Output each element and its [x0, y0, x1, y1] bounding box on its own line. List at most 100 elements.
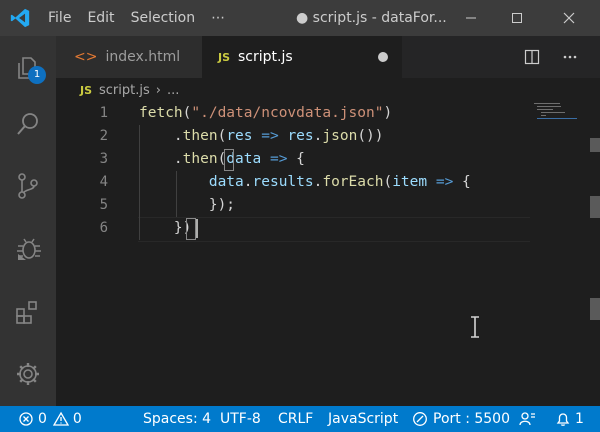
breadcrumb-file[interactable]: script.js: [99, 83, 150, 98]
code-token: json: [322, 128, 358, 144]
code-token: .: [173, 128, 183, 144]
menu-selection[interactable]: Selection: [123, 0, 204, 36]
title-bar: File Edit Selection ⋯ ● script.js - data…: [0, 0, 600, 36]
close-window-button[interactable]: [546, 0, 592, 36]
code-token: data: [208, 174, 244, 190]
tab-index-html[interactable]: <> index.html: [56, 36, 202, 78]
eol-status[interactable]: CRLF: [278, 406, 313, 432]
scrollbar-thumb[interactable]: [590, 196, 600, 218]
window-title: ● script.js - dataFor...: [296, 10, 447, 26]
tab-label: index.html: [105, 49, 181, 65]
code-line-2: .then(res => res.json()): [139, 125, 384, 148]
code-token: forEach: [322, 174, 384, 190]
mouse-ibeam-cursor-icon: [470, 316, 480, 342]
menu-edit[interactable]: Edit: [79, 0, 122, 36]
scrollbar-thumb[interactable]: [590, 138, 600, 152]
code-token: fetch: [139, 105, 183, 121]
minimap-line: [537, 118, 577, 119]
error-count: 0: [38, 411, 47, 427]
code-token: then: [182, 151, 218, 167]
scrollbar-thumb[interactable]: [590, 298, 600, 320]
js-file-icon: JS: [80, 83, 93, 97]
code-line-6: }): [139, 217, 191, 240]
tab-label: script.js: [238, 49, 293, 65]
problems-indicator[interactable]: 0 0: [18, 406, 82, 432]
breadcrumb: JS script.js › ...: [56, 78, 600, 102]
maximize-button[interactable]: [494, 0, 540, 36]
code-line-1: fetch("./data/ncovdata.json"): [139, 102, 392, 125]
source-control-icon[interactable]: [0, 158, 56, 214]
breadcrumb-more[interactable]: ...: [167, 83, 179, 98]
run-debug-icon[interactable]: [0, 220, 56, 276]
code-token: item: [392, 174, 428, 190]
language-mode-status[interactable]: JavaScript: [328, 406, 398, 432]
bell-icon: [556, 413, 570, 426]
code-line-4: data.results.forEach(item => {: [139, 171, 471, 194]
error-icon: [19, 412, 33, 426]
js-icon: JS: [218, 50, 231, 64]
explorer-icon[interactable]: 1: [0, 40, 56, 96]
code-token: });: [208, 197, 236, 213]
code-token: ()): [357, 128, 384, 144]
code-token: res: [226, 128, 253, 144]
editor-tab-bar: <> index.html JS script.js: [56, 36, 600, 78]
code-token: (: [217, 128, 227, 144]
encoding-status[interactable]: UTF-8: [220, 406, 261, 432]
code-token: results: [252, 174, 314, 190]
line-number: 3: [99, 151, 108, 167]
line-number: 5: [99, 197, 108, 213]
text-cursor: [196, 219, 198, 238]
port-label: Port : 5500: [433, 411, 510, 427]
settings-gear-icon[interactable]: [0, 346, 56, 402]
minimap[interactable]: [534, 102, 590, 122]
explorer-badge: 1: [28, 66, 46, 84]
more-actions-icon[interactable]: [554, 36, 586, 78]
line-number: 6: [99, 220, 108, 236]
warning-icon: [52, 411, 69, 426]
minimap-line: [541, 115, 546, 116]
code-token: "./data/ncovdata.json": [191, 105, 384, 121]
line-number: 1: [99, 105, 108, 121]
code-token: (: [383, 174, 393, 190]
breadcrumb-separator-icon: ›: [155, 82, 161, 98]
minimap-line: [534, 103, 560, 104]
code-token: .: [243, 174, 253, 190]
code-token: then: [182, 128, 218, 144]
split-editor-icon[interactable]: [516, 36, 548, 78]
minimize-button[interactable]: [448, 0, 494, 36]
activity-bar: 1: [0, 36, 56, 406]
minimap-line: [537, 109, 553, 110]
code-token: =>: [269, 151, 288, 167]
html-icon: <>: [74, 49, 98, 65]
extensions-icon[interactable]: [0, 284, 56, 340]
menu-file[interactable]: File: [40, 0, 79, 36]
minimap-line: [541, 112, 565, 113]
warning-count: 0: [72, 411, 82, 427]
bracket-match-highlight: [224, 149, 234, 171]
code-editor[interactable]: 1 2 3 4 5 6 fetch("./data/ncovdata.json"…: [56, 102, 600, 406]
code-token: =>: [261, 128, 279, 144]
broadcast-icon: [413, 412, 427, 426]
live-server-port[interactable]: Port : 5500: [412, 406, 510, 432]
notifications-bell[interactable]: 1: [556, 406, 584, 432]
code-token: {: [296, 151, 305, 167]
unsaved-dot-icon[interactable]: [378, 52, 388, 62]
line-number: 2: [99, 128, 108, 144]
minimap-line: [537, 106, 561, 107]
menu-more[interactable]: ⋯: [203, 0, 233, 36]
status-bar: 0 0 Spaces: 4 UTF-8 CRLF JavaScript Port…: [0, 406, 600, 432]
code-line-3: .then(data => {: [139, 148, 305, 171]
line-number: 4: [99, 174, 108, 190]
notification-count: 1: [575, 411, 584, 427]
tab-script-js[interactable]: JS script.js: [202, 36, 402, 78]
bracket-match-highlight: [186, 218, 196, 240]
code-token: .: [173, 151, 183, 167]
code-token: ): [383, 105, 393, 121]
code-token: =>: [435, 174, 454, 190]
search-icon[interactable]: [0, 96, 56, 152]
code-line-5: });: [139, 194, 235, 217]
indentation-status[interactable]: Spaces: 4: [143, 406, 211, 432]
feedback-icon[interactable]: [519, 406, 537, 432]
code-token: res: [287, 128, 314, 144]
vscode-logo-icon: [0, 0, 40, 36]
